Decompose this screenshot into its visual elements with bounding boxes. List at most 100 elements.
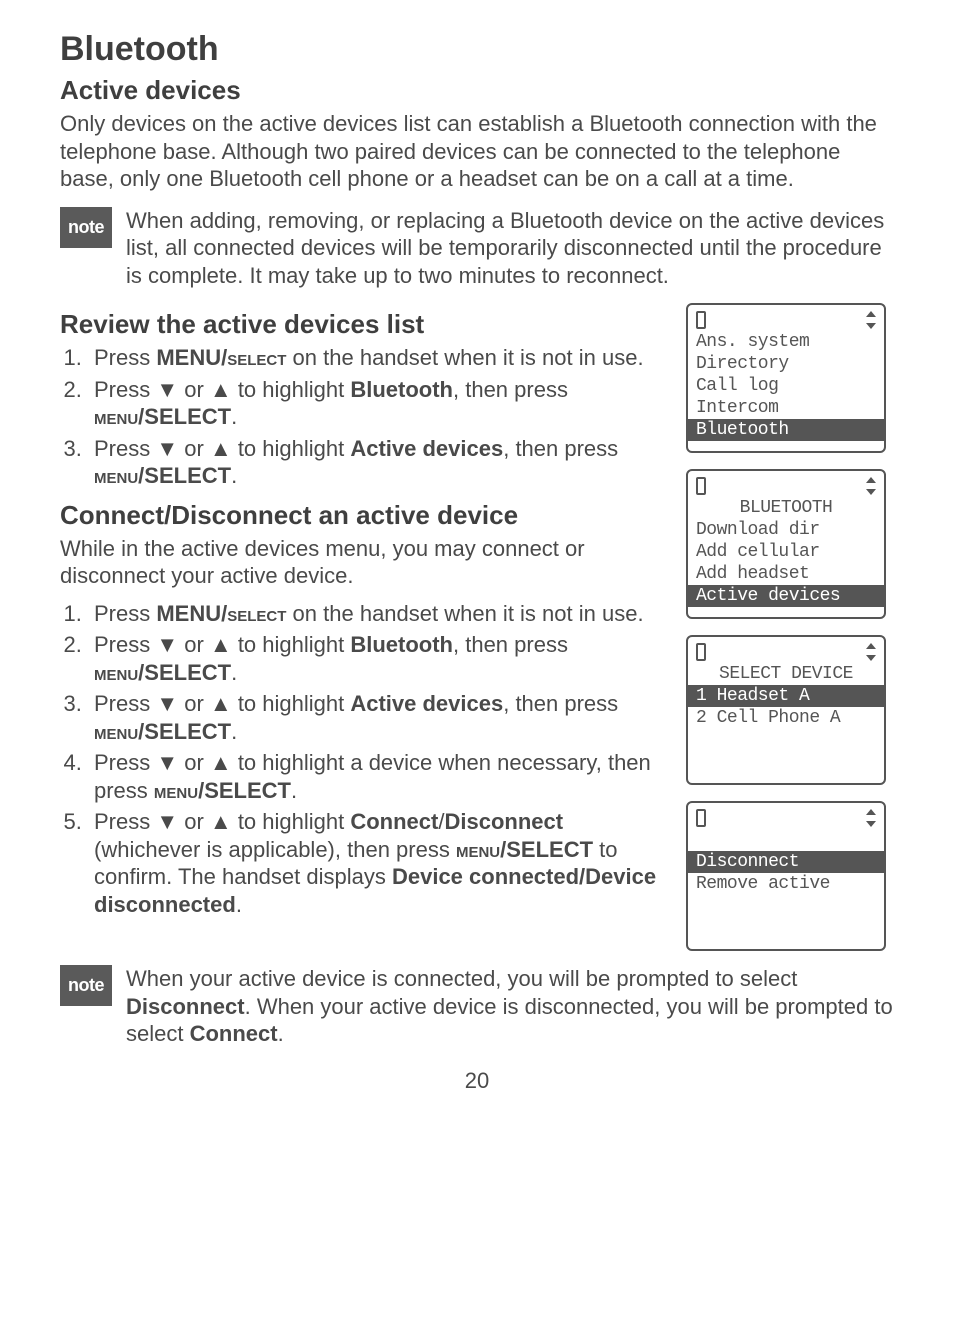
lcd-screen-device-options: Disconnect Remove active (686, 801, 886, 951)
text: , then press (503, 691, 618, 716)
arrows-text: ▼ or ▲ (156, 750, 231, 775)
menu-row: Download dir (696, 519, 876, 541)
menu-row-selected: Bluetooth (688, 419, 884, 441)
text: to highlight (232, 691, 351, 716)
menu-row: Ans. system (696, 331, 876, 353)
arrows-text: ▼ or ▲ (156, 691, 231, 716)
arrows-text: ▼ or ▲ (156, 377, 231, 402)
note-text-1: When adding, removing, or replacing a Bl… (126, 207, 894, 290)
text: , then press (453, 377, 568, 402)
text: MENU/ (156, 345, 227, 370)
note-block-2: note When your active device is connecte… (60, 965, 894, 1048)
text: /SELECT (138, 660, 231, 685)
lcd-screen-select-device: SELECT DEVICE 1 Headset A 2 Cell Phone A (686, 635, 886, 785)
review-steps: Press MENU/select on the handset when it… (60, 344, 666, 490)
text: (whichever is applicable), then press (94, 837, 456, 862)
page-title: Bluetooth (60, 30, 894, 69)
text: to highlight (232, 632, 351, 657)
arrows-text: ▼ or ▲ (156, 436, 231, 461)
text: to highlight (232, 436, 351, 461)
text: . (231, 660, 237, 685)
text: . (291, 778, 297, 803)
text: Connect (350, 809, 438, 834)
text: select (227, 601, 286, 626)
text: on the handset when it is not in use. (286, 601, 643, 626)
menu-row-empty (696, 829, 876, 851)
text: /SELECT (138, 404, 231, 429)
list-item: Press ▼ or ▲ to highlight Bluetooth, the… (88, 631, 666, 686)
text: Disconnect (126, 994, 245, 1019)
updown-icon (866, 310, 876, 330)
text: to highlight (232, 809, 351, 834)
section-heading-connect: Connect/Disconnect an active device (60, 500, 666, 531)
menu-row: Remove active (696, 873, 876, 895)
menu-row: Call log (696, 375, 876, 397)
menu-row: 2 Cell Phone A (696, 707, 876, 729)
text: menu (94, 463, 138, 488)
text: /SELECT (138, 719, 231, 744)
text: Press (94, 691, 156, 716)
text: Press (94, 436, 156, 461)
note-tag: note (60, 207, 112, 248)
text: . (231, 463, 237, 488)
updown-icon (866, 642, 876, 662)
phone-icon (696, 643, 706, 661)
text: /SELECT (500, 837, 593, 862)
menu-row-selected: 1 Headset A (688, 685, 884, 707)
text: select (227, 345, 286, 370)
list-item: Press ▼ or ▲ to highlight a device when … (88, 749, 666, 804)
section-heading-review: Review the active devices list (60, 309, 666, 340)
text: Disconnect (444, 809, 563, 834)
list-item: Press MENU/select on the handset when it… (88, 344, 666, 372)
connect-steps: Press MENU/select on the handset when it… (60, 600, 666, 919)
menu-row: Add cellular (696, 541, 876, 563)
arrows-text: ▼ or ▲ (156, 809, 231, 834)
text: Connect (190, 1021, 278, 1046)
updown-icon (866, 476, 876, 496)
text: Press (94, 601, 156, 626)
text: Bluetooth (350, 632, 453, 657)
lcd-screen-bluetooth-menu: BLUETOOTH Download dir Add cellular Add … (686, 469, 886, 619)
active-devices-para: Only devices on the active devices list … (60, 110, 894, 193)
phone-icon (696, 809, 706, 827)
text: . (278, 1021, 284, 1046)
text: menu (456, 837, 500, 862)
text: Press (94, 809, 156, 834)
screen-title: SELECT DEVICE (696, 663, 876, 685)
page-number: 20 (0, 1068, 954, 1094)
lcd-screen-main-menu: Ans. system Directory Call log Intercom … (686, 303, 886, 453)
menu-row-selected: Disconnect (688, 851, 884, 873)
arrows-text: ▼ or ▲ (156, 632, 231, 657)
text: Press (94, 750, 156, 775)
text: /SELECT (198, 778, 291, 803)
list-item: Press ▼ or ▲ to highlight Connect/Discon… (88, 808, 666, 918)
text: Press (94, 377, 156, 402)
text: Active devices (350, 691, 503, 716)
text: menu (94, 404, 138, 429)
list-item: Press ▼ or ▲ to highlight Bluetooth, the… (88, 376, 666, 431)
text: /SELECT (138, 463, 231, 488)
phone-icon (696, 311, 706, 329)
text: menu (154, 778, 198, 803)
screen-title: BLUETOOTH (696, 497, 876, 519)
updown-icon (866, 808, 876, 828)
list-item: Press ▼ or ▲ to highlight Active devices… (88, 435, 666, 490)
menu-row: Add headset (696, 563, 876, 585)
list-item: Press MENU/select on the handset when it… (88, 600, 666, 628)
text: , then press (453, 632, 568, 657)
text: Bluetooth (350, 377, 453, 402)
connect-para: While in the active devices menu, you ma… (60, 535, 666, 590)
text: menu (94, 719, 138, 744)
text: menu (94, 660, 138, 685)
text: , then press (503, 436, 618, 461)
text: When your active device is connected, yo… (126, 966, 797, 991)
text: to highlight (232, 377, 351, 402)
menu-row: Directory (696, 353, 876, 375)
menu-row-selected: Active devices (688, 585, 884, 607)
note-text-2: When your active device is connected, yo… (126, 965, 894, 1048)
list-item: Press ▼ or ▲ to highlight Active devices… (88, 690, 666, 745)
text: MENU/ (156, 601, 227, 626)
text: . (231, 719, 237, 744)
text: Press (94, 345, 156, 370)
phone-icon (696, 477, 706, 495)
